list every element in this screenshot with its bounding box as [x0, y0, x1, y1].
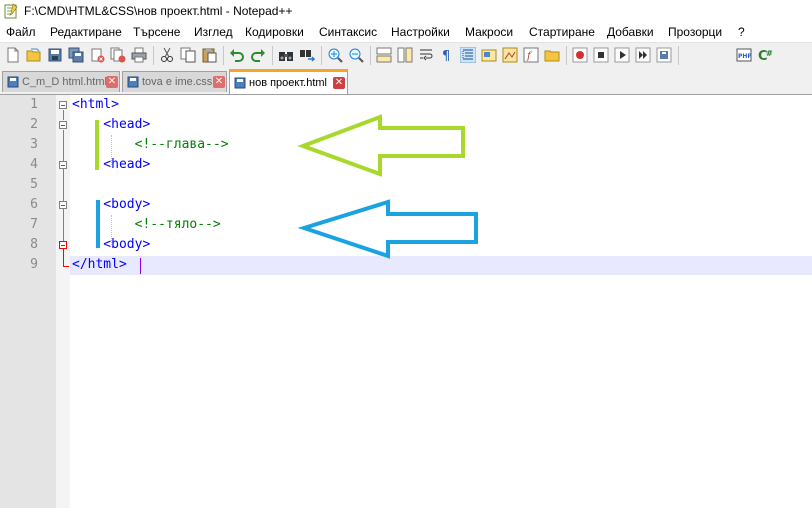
menu-plugins[interactable]: Добавки [607, 25, 654, 39]
code-line-comment[interactable]: <!--глава--> [72, 137, 229, 152]
code-line[interactable]: <html> [72, 97, 119, 112]
code-line[interactable]: <body> [72, 237, 150, 252]
save-macro-icon[interactable] [656, 47, 672, 63]
line-number: 1 [30, 97, 38, 112]
toolbar-separator [321, 46, 322, 65]
save-state-icon [127, 76, 139, 88]
fold-end-tick [63, 266, 69, 267]
tab-close-icon[interactable]: ✕ [213, 76, 225, 88]
code-line[interactable]: <head> [72, 117, 150, 132]
doc-map-icon[interactable] [502, 47, 518, 63]
undo-icon[interactable] [229, 47, 245, 63]
text-caret [140, 258, 141, 274]
tab-close-icon[interactable]: ✕ [333, 77, 345, 89]
code-line[interactable]: </html> [72, 257, 127, 272]
notepad-app-icon [4, 3, 18, 19]
menu-edit[interactable]: Редактиране [50, 25, 122, 39]
toolbar-separator [153, 46, 154, 65]
csharp-icon[interactable]: C# [757, 47, 773, 63]
line-number: 3 [30, 137, 38, 152]
svg-text:PHP: PHP [738, 53, 752, 60]
tab-label: нов проект.html [249, 77, 327, 89]
svg-text:#: # [766, 49, 773, 58]
print-icon[interactable] [131, 47, 147, 63]
redo-icon[interactable] [250, 47, 266, 63]
toolbar-separator [223, 46, 224, 65]
save-state-icon [234, 77, 246, 89]
line-number: 2 [30, 117, 38, 132]
fold-toggle[interactable] [59, 201, 67, 209]
menu-view[interactable]: Изглед [194, 25, 233, 39]
record-macro-icon[interactable] [572, 47, 588, 63]
save-state-icon [7, 76, 19, 88]
tab-bar: C_m_D html.html ✕ tova e ime.css ✕ нов п… [0, 68, 812, 94]
stop-record-icon[interactable] [593, 47, 609, 63]
menu-macro[interactable]: Макроси [465, 25, 513, 39]
title-bar: F:\CMD\HTML&CSS\нов проект.html - Notepa… [0, 0, 812, 22]
line-number: 5 [30, 177, 38, 192]
play-macro-icon[interactable] [614, 47, 630, 63]
line-number: 7 [30, 217, 38, 232]
tab-label: tova e ime.css [142, 76, 213, 88]
svg-text:¶: ¶ [442, 49, 450, 63]
menu-help[interactable]: ? [738, 25, 745, 39]
close-icon[interactable] [89, 47, 105, 63]
tab-c-m-d-html[interactable]: C_m_D html.html ✕ [2, 71, 120, 92]
find-icon[interactable] [278, 47, 294, 63]
line-number: 6 [30, 197, 38, 212]
show-all-icon[interactable]: ¶ [439, 47, 455, 63]
indent-guide-icon[interactable] [460, 47, 476, 63]
php-icon[interactable]: PHP [736, 47, 752, 63]
line-number: 9 [30, 257, 38, 272]
window-title: F:\CMD\HTML&CSS\нов проект.html - Notepa… [24, 4, 293, 18]
close-all-icon[interactable] [110, 47, 126, 63]
menu-run[interactable]: Стартиране [529, 25, 595, 39]
fold-toggle[interactable] [59, 161, 67, 169]
sync-v-icon[interactable] [376, 47, 392, 63]
new-file-icon[interactable] [5, 47, 21, 63]
menu-settings[interactable]: Настройки [391, 25, 450, 39]
folder-workspace-icon[interactable] [544, 47, 560, 63]
menu-bar: Файл Редактиране Търсене Изглед Кодировк… [0, 22, 812, 42]
menu-file[interactable]: Файл [6, 25, 36, 39]
save-all-icon[interactable] [68, 47, 84, 63]
line-number: 4 [30, 157, 38, 172]
menu-search[interactable]: Търсене [133, 25, 180, 39]
fold-toggle[interactable] [59, 101, 67, 109]
zoom-out-icon[interactable] [348, 47, 364, 63]
code-line[interactable]: <body> [72, 197, 150, 212]
code-line[interactable]: <head> [72, 157, 150, 172]
paste-icon[interactable] [201, 47, 217, 63]
line-number: 8 [30, 237, 38, 252]
open-file-icon[interactable] [26, 47, 42, 63]
fold-line [63, 110, 64, 120]
toolbar-separator [678, 46, 679, 65]
menu-window[interactable]: Прозорци [668, 25, 722, 39]
toolbar: ¶ f PHP C # [0, 42, 812, 69]
toolbar-separator [566, 46, 567, 65]
toolbar-separator [370, 46, 371, 65]
tab-label: C_m_D html.html [22, 76, 107, 88]
fold-toggle[interactable] [59, 241, 67, 249]
tab-nov-proekt-html[interactable]: нов проект.html ✕ [229, 69, 348, 94]
cut-icon[interactable] [159, 47, 175, 63]
copy-icon[interactable] [180, 47, 196, 63]
sync-h-icon[interactable] [397, 47, 413, 63]
word-wrap-icon[interactable] [418, 47, 434, 63]
zoom-in-icon[interactable] [327, 47, 343, 63]
fold-toggle[interactable] [59, 121, 67, 129]
menu-encoding[interactable]: Кодировки [245, 25, 304, 39]
code-line-comment[interactable]: <!--тяло--> [72, 217, 221, 232]
replace-icon[interactable] [299, 47, 315, 63]
play-multiple-icon[interactable] [635, 47, 651, 63]
toolbar-separator [272, 46, 273, 65]
fold-line-end [63, 249, 64, 267]
tab-tova-e-ime-css[interactable]: tova e ime.css ✕ [122, 71, 227, 92]
menu-language[interactable]: Синтаксис [319, 25, 377, 39]
function-list-icon[interactable]: f [523, 47, 539, 63]
save-icon[interactable] [47, 47, 63, 63]
current-line-highlight [70, 256, 812, 275]
udl-icon[interactable] [481, 47, 497, 63]
tab-close-icon[interactable]: ✕ [106, 76, 118, 88]
